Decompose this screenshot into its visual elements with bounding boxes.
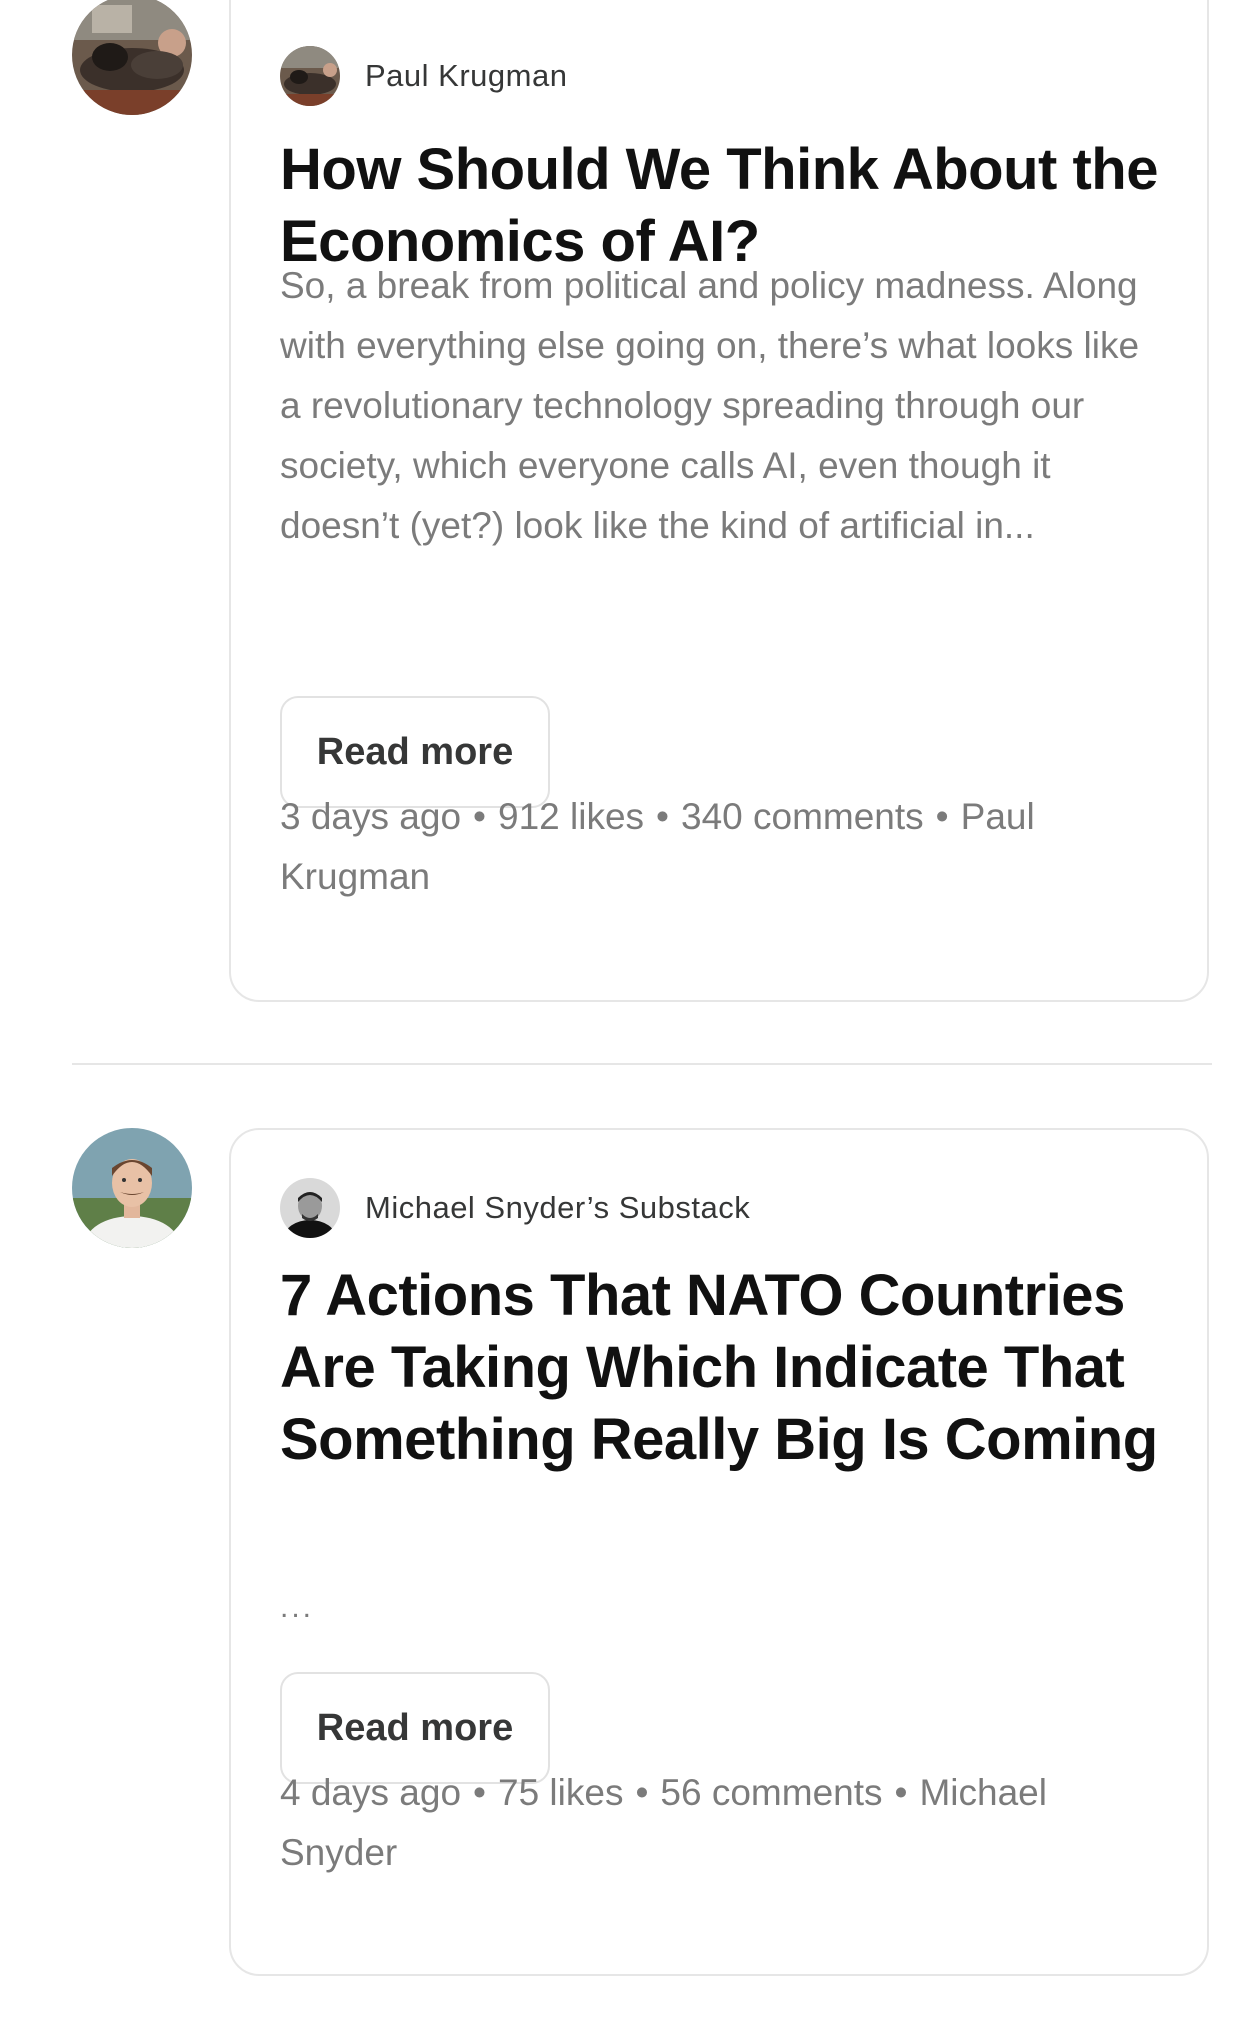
post-meta: 3 days ago • 912 likes • 340 comments • Paul K… xyxy=(280,787,1127,907)
likes-count[interactable]: 75 likes xyxy=(498,1772,623,1813)
post-age: 4 days ago xyxy=(280,1772,462,1813)
meta-separator: • xyxy=(473,796,486,837)
post-excerpt: ... xyxy=(280,1591,315,1624)
user-photo-icon xyxy=(72,1128,192,1248)
post-card[interactable]: Paul Krugman How Should We Think About t… xyxy=(229,0,1209,1002)
post-title[interactable]: 7 Actions That NATO Countries Are Taking… xyxy=(280,1260,1167,1476)
post-item: Michael Snyder’s Substack 7 Actions That… xyxy=(0,1128,1256,2018)
publication-name[interactable]: Michael Snyder’s Substack xyxy=(365,1190,750,1226)
publication-header[interactable]: Paul Krugman xyxy=(280,46,567,106)
post-age: 3 days ago xyxy=(280,796,462,837)
meta-separator: • xyxy=(935,796,949,837)
meta-separator: • xyxy=(894,1772,908,1813)
comments-count[interactable]: 340 comments xyxy=(681,796,924,837)
publication-logo-icon xyxy=(280,1178,340,1238)
post-feed: Paul Krugman How Should We Think About t… xyxy=(0,0,1256,2018)
comments-count[interactable]: 56 comments xyxy=(660,1772,882,1813)
meta-separator: • xyxy=(656,796,669,837)
author-avatar[interactable] xyxy=(72,0,192,115)
publication-name[interactable]: Paul Krugman xyxy=(365,58,567,94)
author-avatar[interactable] xyxy=(72,1128,192,1248)
meta-separator: • xyxy=(473,1772,486,1813)
feed-divider xyxy=(72,1063,1212,1065)
meta-separator: • xyxy=(635,1772,649,1813)
likes-count[interactable]: 912 likes xyxy=(498,796,644,837)
publication-header[interactable]: Michael Snyder’s Substack xyxy=(280,1178,750,1238)
user-photo-icon xyxy=(72,0,192,115)
publication-logo-icon xyxy=(280,46,340,106)
post-item: Paul Krugman How Should We Think About t… xyxy=(0,0,1256,1004)
post-excerpt: So, a break from political and policy ma… xyxy=(280,265,1140,546)
post-meta: 4 days ago • 75 likes • 56 comments • Michael … xyxy=(280,1763,1127,1883)
post-card[interactable]: Michael Snyder’s Substack 7 Actions That… xyxy=(229,1128,1209,1976)
